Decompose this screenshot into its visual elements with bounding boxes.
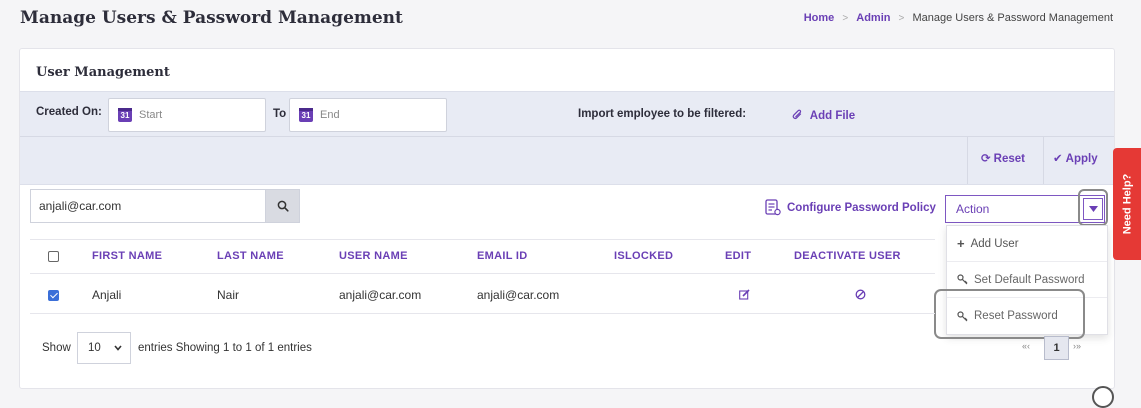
policy-document-icon [765, 199, 781, 216]
check-circle-icon: ✔ [1053, 153, 1063, 165]
paperclip-icon [792, 109, 802, 119]
show-label: Show [42, 342, 71, 354]
breadcrumb-admin[interactable]: Admin [856, 12, 890, 24]
plus-icon: + [957, 236, 965, 251]
import-label: Import employee to be filtered: [578, 108, 747, 120]
user-management-card: User Management Created On: 31 Start To … [19, 48, 1115, 389]
entries-info: entries Showing 1 to 1 of 1 entries [138, 342, 312, 354]
search-input[interactable] [30, 189, 265, 223]
table-header: FIRST NAME LAST NAME USER NAME EMAIL ID … [20, 237, 920, 273]
apply-label: Apply [1065, 153, 1098, 165]
column-header[interactable]: EDIT [725, 250, 751, 262]
cell-email: anjali@car.com [477, 288, 560, 302]
apply-button[interactable]: ✔ Apply [1053, 151, 1098, 165]
card-title: User Management [36, 65, 170, 80]
page-title: Manage Users & Password Management [20, 8, 403, 28]
column-header[interactable]: USER NAME [339, 250, 408, 262]
ban-icon[interactable] [855, 289, 866, 300]
start-date-placeholder: Start [139, 109, 163, 121]
configure-password-policy-button[interactable]: Configure Password Policy [765, 199, 936, 216]
page-button-current[interactable]: 1 [1044, 336, 1069, 360]
breadcrumb-current: Manage Users & Password Management [912, 12, 1113, 24]
highlight-annotation [934, 289, 1085, 339]
breadcrumb-separator: > [898, 13, 905, 24]
column-header[interactable]: LAST NAME [217, 250, 284, 262]
need-help-tab[interactable]: Need Help? [1113, 148, 1141, 260]
divider [30, 273, 935, 274]
add-file-label: Add File [809, 110, 856, 122]
floating-widget-icon[interactable] [1092, 386, 1114, 408]
divider [30, 313, 935, 314]
cell-first-name: Anjali [92, 288, 122, 302]
row-checkbox[interactable] [48, 290, 59, 301]
calendar-icon: 31 [299, 108, 313, 122]
created-on-label: Created On: [36, 106, 102, 118]
edit-icon[interactable] [739, 289, 750, 300]
divider [967, 136, 968, 184]
need-help-label: Need Help? [1121, 173, 1134, 235]
filter-panel: Created On: 31 Start To 31 End Import em… [20, 91, 1114, 185]
cell-last-name: Nair [217, 288, 240, 302]
menu-item-label: Add User [970, 237, 1019, 250]
refresh-icon: ⟳ [981, 153, 991, 165]
end-date-placeholder: End [320, 109, 340, 121]
breadcrumb-home[interactable]: Home [804, 12, 835, 24]
end-date-field[interactable]: 31 End [289, 98, 447, 132]
page-length-value: 10 [88, 342, 101, 354]
start-date-field[interactable]: 31 Start [108, 98, 266, 132]
column-header[interactable]: EMAIL ID [477, 250, 527, 262]
search-button[interactable] [265, 189, 300, 223]
column-header[interactable]: FIRST NAME [92, 250, 162, 262]
column-header[interactable]: DEACTIVATE USER [794, 250, 901, 262]
filter-actions-row [20, 136, 1114, 185]
menu-item-label: Set Default Password [974, 273, 1085, 286]
search-icon [277, 200, 289, 212]
page-length-select[interactable]: 10 [77, 332, 131, 364]
calendar-icon: 31 [118, 108, 132, 122]
menu-item-add-user[interactable]: + Add User [947, 226, 1107, 262]
pagination-prev-icon[interactable]: «‹ [1022, 341, 1030, 351]
column-header[interactable]: ISLOCKED [614, 250, 673, 262]
add-file-link[interactable]: Add File [792, 109, 855, 122]
to-label: To [273, 108, 287, 120]
breadcrumb: Home > Admin > Manage Users & Password M… [804, 12, 1113, 24]
select-all-checkbox[interactable] [48, 251, 59, 262]
pagination-next-icon[interactable]: ›» [1073, 341, 1081, 351]
reset-button[interactable]: ⟳ Reset [981, 151, 1025, 165]
configure-password-policy-label: Configure Password Policy [787, 201, 936, 214]
key-icon [957, 274, 968, 285]
chevron-down-icon [114, 345, 122, 351]
breadcrumb-separator: > [842, 13, 849, 24]
cell-user-name: anjali@car.com [339, 288, 422, 302]
divider [1043, 136, 1044, 184]
reset-label: Reset [993, 153, 1025, 165]
highlight-annotation [1078, 189, 1108, 226]
